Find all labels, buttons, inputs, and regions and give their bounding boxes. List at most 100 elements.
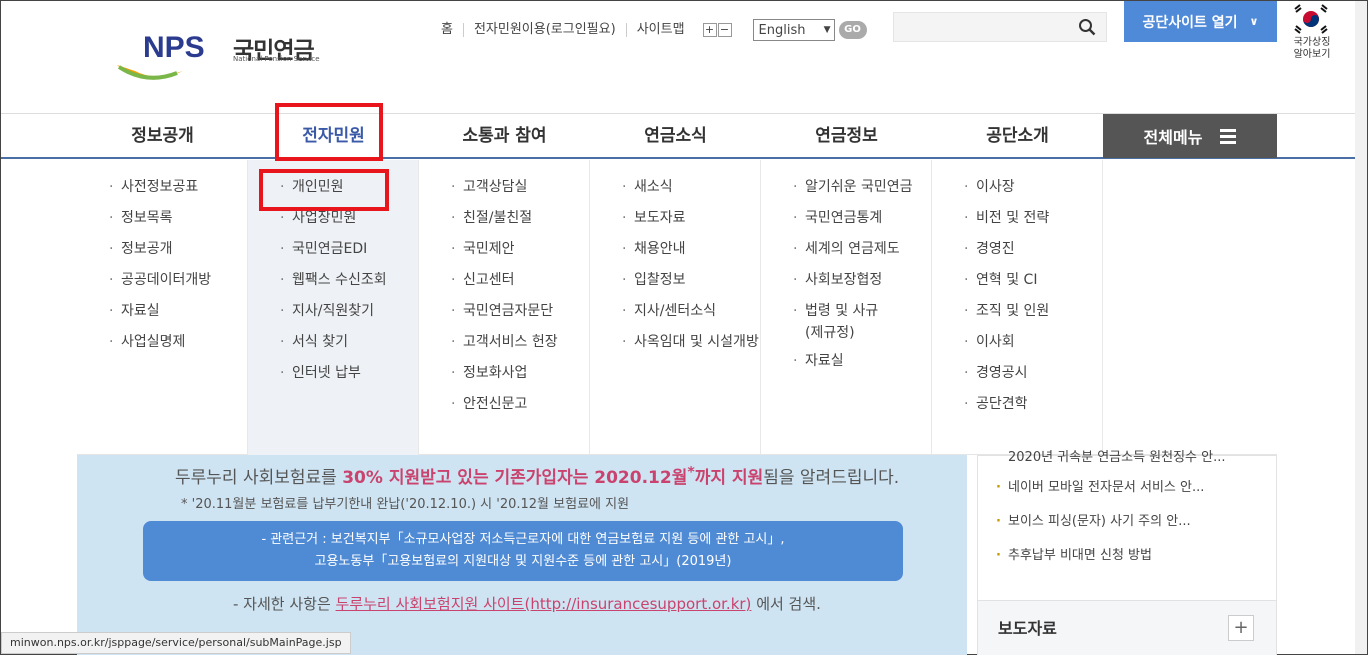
all-menu-label: 전체메뉴 — [1143, 128, 1203, 147]
menu-item[interactable]: 정보목록 — [77, 210, 247, 227]
flag-label[interactable]: 국가상징 알아보기 — [1287, 37, 1337, 61]
main-nav: 정보공개 전자민원 소통과 참여 연금소식 연금정보 공단소개 전체메뉴 — [1, 113, 1367, 159]
zoom-out-button[interactable]: − — [717, 23, 732, 37]
mega-column-e-civil: 개인민원 사업장민원 국민연금EDI 웹팩스 수신조회 지사/직원찾기 서식 찾… — [248, 160, 419, 455]
nav-info-disclosure[interactable]: 정보공개 — [77, 114, 248, 158]
sitemap-link[interactable]: 사이트맵 — [627, 23, 695, 37]
banner-star: * — [687, 464, 695, 481]
search-icon[interactable] — [1078, 18, 1096, 36]
nav-e-civil[interactable]: 전자민원 — [248, 114, 419, 158]
press-more-button[interactable]: + — [1228, 615, 1254, 641]
menu-item[interactable]: 사업장민원 — [248, 210, 418, 227]
all-menu-button[interactable]: 전체메뉴 — [1103, 114, 1277, 158]
menu-item[interactable]: 법령 및 사규(제규정) — [761, 300, 891, 344]
menu-item[interactable]: 연혁 및 CI — [932, 272, 1102, 289]
menu-item-personal-civil[interactable]: 개인민원 — [248, 179, 418, 196]
language-select[interactable]: English ▼ — [752, 19, 835, 41]
open-site-label: 공단사이트 열기 — [1142, 14, 1238, 31]
banner-emphasis: 30% 지원받고 있는 기존가입자는 2020.12월 — [342, 468, 688, 488]
legal-basis-line1: - 관련근거 : 보건복지부「소규모사업장 저소득근로자에 대한 연금보험료 지… — [261, 532, 785, 547]
search-input[interactable] — [893, 12, 1107, 42]
banner-text: 에서 검색. — [751, 595, 821, 613]
banner-more-info: - 자세한 사항은 두루누리 사회보험지원 사이트(http://insuran… — [233, 593, 821, 614]
mega-column-communication: 고객상담실 친절/불친절 국민제안 신고센터 국민연금자문단 고객서비스 헌장 … — [419, 160, 590, 455]
notice-item-partial[interactable]: 2020년 귀속분 연금소득 원천징수 안... — [1008, 446, 1226, 465]
menu-item[interactable]: 사옥임대 및 시설개방 — [590, 334, 760, 351]
chevron-down-icon: ∨ — [1249, 15, 1259, 28]
menu-item[interactable]: 국민연금자문단 — [419, 303, 589, 320]
banner-legal-basis: - 관련근거 : 보건복지부「소규모사업장 저소득근로자에 대한 연금보험료 지… — [143, 521, 903, 581]
menu-item[interactable]: 경영공시 — [932, 365, 1102, 382]
menu-item[interactable]: 경영진 — [932, 241, 1102, 258]
language-value: English — [758, 22, 806, 38]
menu-item[interactable]: 신고센터 — [419, 272, 589, 289]
notice-panel: 2020년 귀속분 연금소득 원천징수 안... 네이버 모바일 전자문서 서비… — [977, 450, 1277, 655]
menu-item[interactable]: 국민연금EDI — [248, 241, 418, 258]
menu-item[interactable]: 지사/직원찾기 — [248, 303, 418, 320]
menu-item[interactable]: 비전 및 전략 — [932, 210, 1102, 227]
nav-pension-news[interactable]: 연금소식 — [590, 114, 761, 158]
menu-item[interactable]: 서식 찾기 — [248, 334, 418, 351]
menu-item[interactable]: 사전정보공표 — [77, 179, 247, 196]
menu-item[interactable]: 고객서비스 헌장 — [419, 334, 589, 351]
flag-label-line1: 국가상징 — [1293, 37, 1331, 48]
menu-item[interactable]: 국민제안 — [419, 241, 589, 258]
banner-emphasis: 까지 지원 — [694, 468, 764, 488]
menu-item[interactable]: 이사장 — [932, 179, 1102, 196]
zoom-in-button[interactable]: + — [702, 23, 717, 37]
banner-text: 됨을 알려드립니다. — [763, 468, 900, 488]
mega-menu: 사전정보공표 정보목록 정보공개 공공데이터개방 자료실 사업실명제 개인민원 … — [77, 160, 1277, 455]
menu-item[interactable]: 채용안내 — [590, 241, 760, 258]
menu-item[interactable]: 사업실명제 — [77, 334, 247, 351]
nav-pension-info[interactable]: 연금정보 — [761, 114, 932, 158]
open-site-button[interactable]: 공단사이트 열기 ∨ — [1124, 1, 1277, 42]
korean-flag-icon[interactable] — [1291, 3, 1331, 35]
nav-about[interactable]: 공단소개 — [932, 114, 1103, 158]
menu-item[interactable]: 세계의 연금제도 — [761, 241, 931, 258]
menu-item[interactable]: 정보화사업 — [419, 365, 589, 382]
hamburger-icon — [1220, 126, 1237, 147]
banner-text: 두루누리 사회보험료를 — [175, 468, 343, 488]
menu-item[interactable]: 공단견학 — [932, 396, 1102, 413]
notice-list: 네이버 모바일 전자문서 서비스 안... 보이스 피싱(문자) 사기 주의 안… — [978, 456, 1276, 580]
menu-item[interactable]: 이사회 — [932, 334, 1102, 351]
menu-item[interactable]: 사회보장협정 — [761, 272, 931, 289]
menu-item[interactable]: 보도자료 — [590, 210, 760, 227]
nav-communication[interactable]: 소통과 참여 — [419, 114, 590, 158]
menu-item[interactable]: 공공데이터개방 — [77, 272, 247, 289]
menu-item[interactable]: 고객상담실 — [419, 179, 589, 196]
menu-item[interactable]: 자료실 — [761, 353, 931, 370]
notice-item[interactable]: 보이스 피싱(문자) 사기 주의 안... — [978, 512, 1276, 546]
menu-item[interactable]: 자료실 — [77, 303, 247, 320]
home-link[interactable]: 홈 — [431, 23, 464, 37]
zoom-controls: + − — [702, 23, 733, 37]
flag-label-line2: 알아보기 — [1293, 49, 1331, 60]
menu-item[interactable]: 안전신문고 — [419, 396, 589, 413]
menu-item[interactable]: 국민연금통계 — [761, 210, 931, 227]
press-section: 보도자료 + — [978, 600, 1276, 655]
mega-column-pension-news: 새소식 보도자료 채용안내 입찰정보 지사/센터소식 사옥임대 및 시설개방 — [590, 160, 761, 455]
notice-item[interactable]: 추후납부 비대면 신청 방법 — [978, 546, 1276, 580]
legal-basis-line2: 고용노동부「고용보험료의 지원대상 및 지원수준 등에 관한 고시」(2019년… — [314, 554, 732, 569]
e-civil-link[interactable]: 전자민원이용(로그인필요) — [464, 23, 627, 37]
mega-column-about: 이사장 비전 및 전략 경영진 연혁 및 CI 조직 및 인원 이사회 경영공시… — [932, 160, 1103, 455]
menu-item[interactable]: 알기쉬운 국민연금 — [761, 179, 931, 196]
menu-item[interactable]: 지사/센터소식 — [590, 303, 760, 320]
menu-item[interactable]: 조직 및 인원 — [932, 303, 1102, 320]
status-bar-url: minwon.nps.or.kr/jsppage/service/persona… — [1, 632, 351, 654]
menu-item[interactable]: 웹팩스 수신조회 — [248, 272, 418, 289]
svg-text:NPS: NPS — [143, 31, 205, 64]
banner-headline: 두루누리 사회보험료를 30% 지원받고 있는 기존가입자는 2020.12월*… — [175, 463, 899, 488]
site-header: NPS 국민연금 National Pension Service 홈 전자민원… — [1, 1, 1367, 113]
scrollbar[interactable] — [1355, 1, 1367, 654]
insurance-support-link[interactable]: 두루누리 사회보험지원 사이트(http://insurancesupport.… — [336, 595, 752, 613]
mega-column-info: 사전정보공표 정보목록 정보공개 공공데이터개방 자료실 사업실명제 — [77, 160, 248, 455]
menu-item[interactable]: 새소식 — [590, 179, 760, 196]
go-button[interactable]: GO — [838, 21, 867, 39]
menu-item[interactable]: 정보공개 — [77, 241, 247, 258]
notice-item[interactable]: 네이버 모바일 전자문서 서비스 안... — [978, 478, 1276, 512]
notice-banner[interactable]: 두루누리 사회보험료를 30% 지원받고 있는 기존가입자는 2020.12월*… — [77, 455, 967, 655]
menu-item[interactable]: 입찰정보 — [590, 272, 760, 289]
menu-item[interactable]: 친절/불친절 — [419, 210, 589, 227]
menu-item[interactable]: 인터넷 납부 — [248, 365, 418, 382]
